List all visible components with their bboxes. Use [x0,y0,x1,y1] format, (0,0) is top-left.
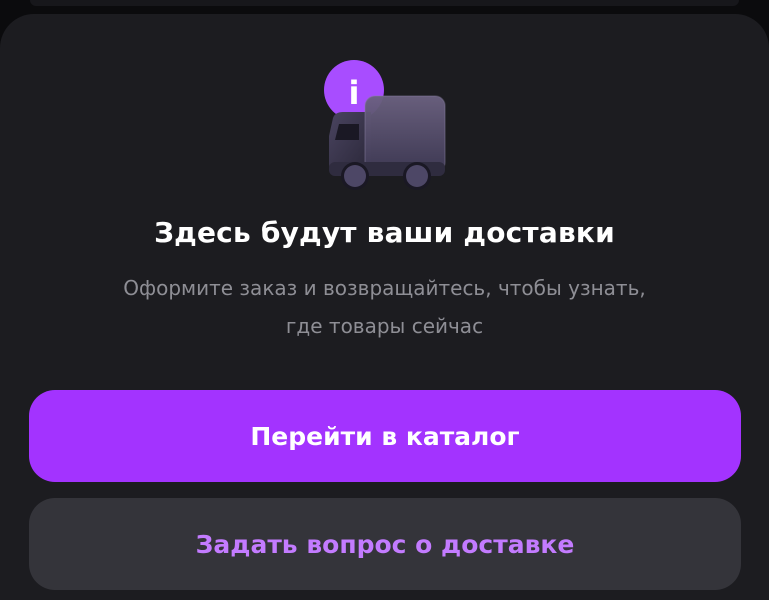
empty-state-title: Здесь будут ваши доставки [154,216,615,249]
ask-delivery-question-button[interactable]: Задать вопрос о доставке [29,498,741,590]
ask-delivery-question-label: Задать вопрос о доставке [195,529,575,559]
delivery-screen: i Здесь будут ваши доставки Оформите зак… [0,0,769,600]
delivery-truck-icon: i [324,60,446,190]
subtitle-line-1: Оформите заказ и возвращайтесь, чтобы уз… [123,276,646,300]
go-to-catalog-label: Перейти в каталог [250,421,520,451]
previous-card-edge [0,0,769,12]
empty-deliveries-card: i Здесь будут ваши доставки Оформите зак… [0,14,769,600]
go-to-catalog-button[interactable]: Перейти в каталог [29,390,741,482]
subtitle-line-2: где товары сейчас [285,314,484,338]
empty-state-subtitle: Оформите заказ и возвращайтесь, чтобы уз… [60,269,709,345]
info-glyph: i [349,74,360,112]
